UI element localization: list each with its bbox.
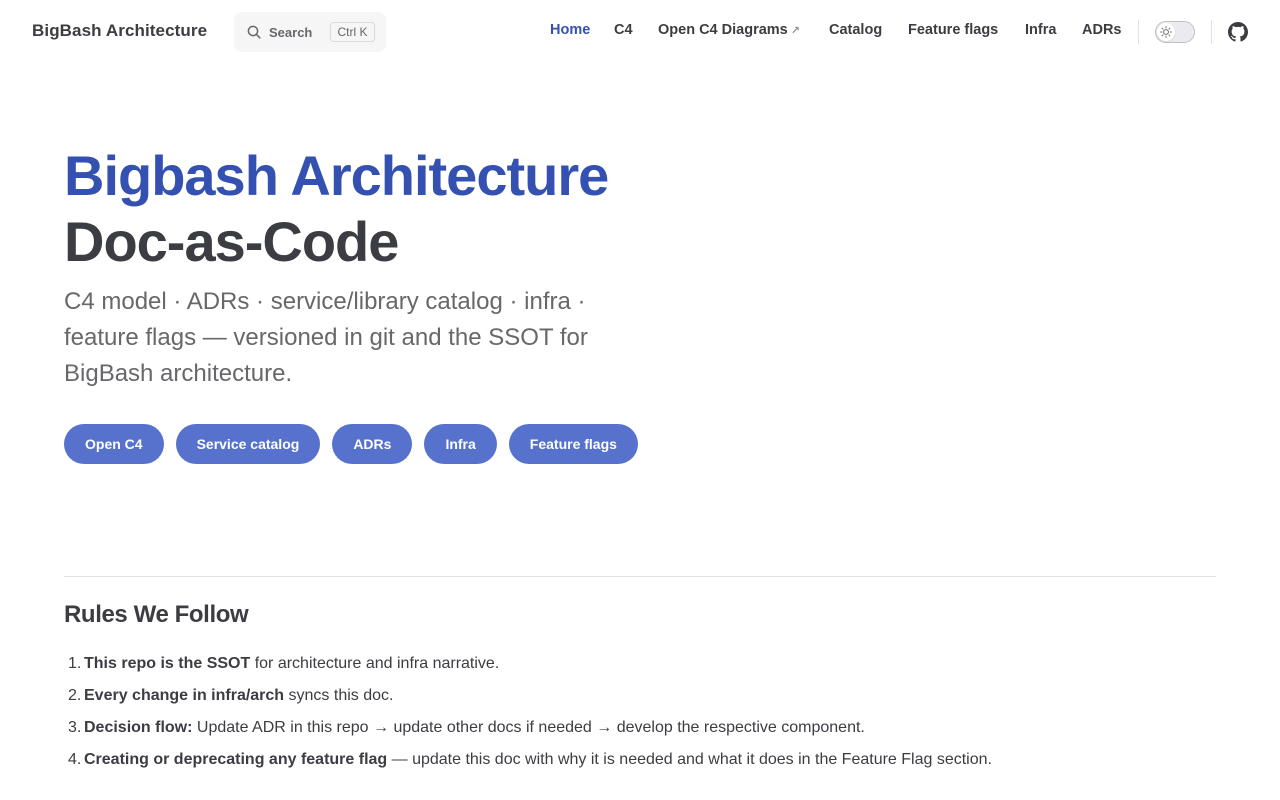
nav-link-feature-flags[interactable]: Feature flags (908, 22, 998, 38)
list-number: 1. (68, 655, 82, 672)
list-number: 4. (68, 751, 82, 768)
rule-bold: Decision flow: (84, 719, 193, 736)
search-button[interactable]: Search Ctrl K (234, 12, 386, 52)
hero-tagline: C4 model · ADRs · service/library catalo… (64, 288, 588, 387)
rules-list: 1. This repo is the SSOT for architecture… (64, 648, 1216, 776)
list-item: 2. Every change in infra/arch syncs this … (64, 680, 1216, 712)
nav-link-open-c4-diagrams[interactable]: Open C4 Diagrams ↗ (658, 22, 800, 38)
toggle-knob (1157, 23, 1175, 41)
nav-link-c4[interactable]: C4 (614, 22, 633, 38)
github-icon[interactable] (1228, 22, 1248, 42)
list-item: 4. Creating or deprecating any feature fl… (64, 744, 1216, 776)
service-catalog-button[interactable]: Service catalog (175, 424, 321, 464)
list-item: 1. This repo is the SSOT for architecture… (64, 648, 1216, 680)
sun-icon (1160, 26, 1172, 38)
search-shortcut-hint: Ctrl K (330, 22, 375, 42)
list-item: 3. Decision flow: Update ADR in this repo… (64, 712, 1216, 744)
infra-button[interactable]: Infra (424, 424, 497, 464)
rule-bold: Every change in infra/arch (84, 687, 285, 704)
rule-bold: Creating or deprecating any feature flag (84, 751, 388, 768)
feature-flags-button[interactable]: Feature flags (508, 424, 638, 464)
top-navbar: BigBash Architecture Search Ctrl K Home … (0, 0, 1280, 64)
search-icon (247, 25, 261, 39)
search-label: Search (269, 25, 313, 40)
nav-divider (1211, 20, 1212, 44)
nav-link-adrs[interactable]: ADRs (1082, 22, 1121, 38)
rule-text: — update this doc with why it is needed … (387, 751, 992, 768)
external-link-icon: ↗ (790, 25, 800, 37)
list-number: 2. (68, 687, 82, 704)
theme-toggle[interactable] (1155, 21, 1195, 43)
site-title-link[interactable]: BigBash Architecture (32, 21, 207, 41)
section-divider (64, 576, 1216, 577)
nav-link-home[interactable]: Home (550, 22, 590, 38)
rules-heading: Rules We Follow (64, 601, 249, 628)
rule-text: Update ADR in this repo → update other d… (192, 719, 865, 736)
hero-text: Doc-as-Code (64, 210, 399, 273)
rule-text: for architecture and infra narrative. (250, 655, 500, 672)
nav-link-catalog[interactable]: Catalog (829, 22, 882, 38)
hero-name: Bigbash Architecture (64, 144, 609, 207)
list-number: 3. (68, 719, 82, 736)
hero-actions: Open C4 Service catalog ADRs Infra Featu… (64, 424, 638, 464)
nav-divider (1138, 20, 1139, 44)
adrs-button[interactable]: ADRs (332, 424, 413, 464)
rule-text: syncs this doc. (284, 687, 394, 704)
rule-bold: This repo is the SSOT (84, 655, 251, 672)
open-c4-button[interactable]: Open C4 (64, 424, 164, 464)
nav-link-infra[interactable]: Infra (1025, 22, 1056, 38)
nav-link-label: Open C4 Diagrams (658, 22, 788, 38)
